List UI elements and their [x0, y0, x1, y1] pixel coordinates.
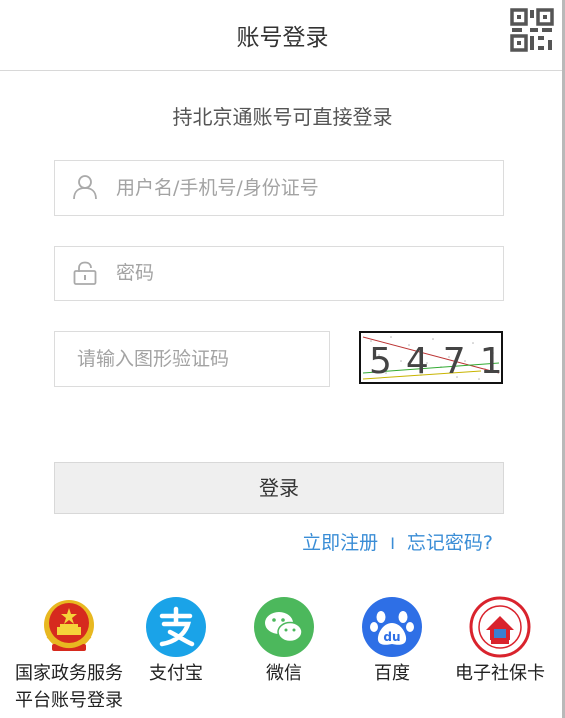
forgot-password-link[interactable]: 忘记密码?	[407, 532, 493, 554]
alipay-icon	[145, 596, 207, 658]
captcha-text: 5471	[369, 341, 501, 382]
social-label: 微信	[266, 663, 302, 684]
register-link[interactable]: 立即注册	[302, 532, 378, 554]
captcha-input[interactable]: 请输入图形验证码	[54, 331, 330, 387]
login-button[interactable]: 登录	[54, 462, 504, 514]
username-placeholder: 用户名/手机号/身份证号	[116, 177, 319, 199]
login-national-gov[interactable]: 国家政务服务 平台账号登录	[14, 596, 124, 714]
password-placeholder: 密码	[116, 262, 155, 284]
account-links: 立即注册 I 忘记密码?	[302, 528, 493, 555]
national-emblem-icon	[38, 596, 100, 658]
qr-code-icon[interactable]	[509, 7, 555, 53]
social-label: 百度	[374, 663, 410, 684]
page-title: 账号登录	[236, 25, 329, 51]
username-field[interactable]: 用户名/手机号/身份证号	[54, 160, 504, 216]
login-wechat[interactable]: 微信	[229, 596, 339, 687]
user-icon	[72, 174, 98, 200]
social-label: 支付宝	[149, 663, 203, 684]
social-label-line2: 平台账号登录	[15, 690, 123, 711]
header: 账号登录	[0, 0, 565, 71]
captcha-image[interactable]: 5471	[359, 331, 503, 384]
link-separator: I	[390, 534, 395, 553]
login-alipay[interactable]: 支付宝	[121, 596, 231, 687]
social-security-card-icon	[469, 596, 531, 658]
wechat-icon	[253, 596, 315, 658]
baidu-icon: du	[361, 596, 423, 658]
social-label: 电子社保卡	[455, 663, 545, 684]
password-field[interactable]: 密码	[54, 246, 504, 301]
login-social-security-card[interactable]: 电子社保卡	[445, 596, 555, 687]
svg-text:du: du	[383, 630, 400, 644]
login-subtitle: 持北京通账号可直接登录	[172, 105, 393, 129]
captcha-placeholder: 请输入图形验证码	[77, 348, 230, 370]
login-baidu[interactable]: du 百度	[337, 596, 447, 687]
lock-icon	[72, 260, 98, 286]
social-label: 国家政务服务	[15, 663, 123, 684]
